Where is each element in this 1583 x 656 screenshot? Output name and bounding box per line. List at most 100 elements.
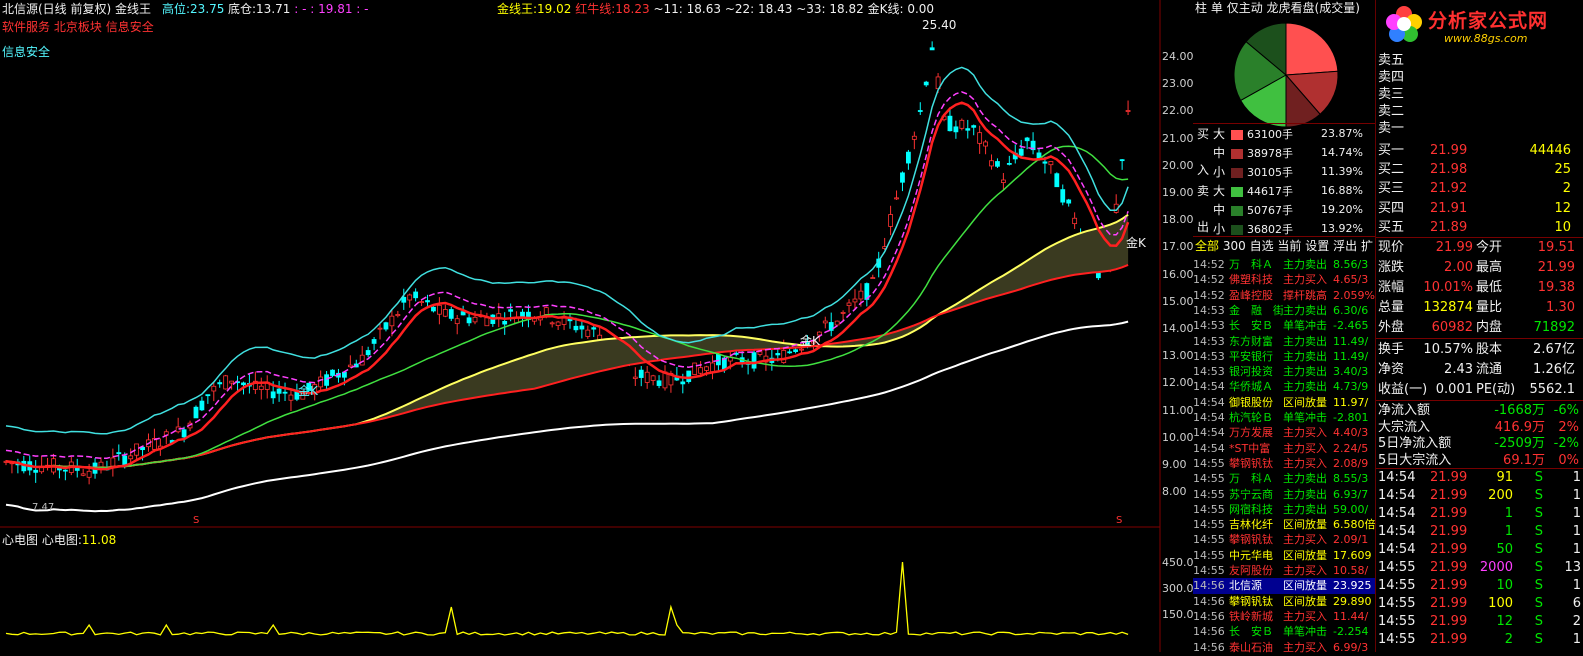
main-chart-area[interactable]: 北信源(日线 前复权) 金线王 高位:23.75 底仓:13.71 : - : … xyxy=(0,0,1194,652)
bid-price: 21.99 xyxy=(1430,143,1468,158)
stat-value: 19.38 xyxy=(1537,280,1575,295)
radar-row[interactable]: 14:53 金 融 街主力卖出 6.30/6 xyxy=(1193,303,1375,319)
candle-body xyxy=(33,469,39,473)
ask-row[interactable]: 卖三 xyxy=(1376,86,1583,103)
stat-value: 2.00 xyxy=(1444,260,1473,275)
bid-price: 21.92 xyxy=(1430,181,1468,197)
filter-all[interactable]: 全部 xyxy=(1195,239,1219,253)
trade-side: S xyxy=(1534,488,1543,503)
filter-current[interactable]: 当前 xyxy=(1277,239,1301,253)
candle-body xyxy=(276,388,282,394)
radar-row[interactable]: 14:55 友阿股份 主力买入 10.58/ xyxy=(1193,563,1375,579)
candle-body xyxy=(656,380,662,386)
ask-row[interactable]: 卖五 xyxy=(1376,52,1583,69)
radar-row[interactable]: 14:52 佛塑科技 主力买入 4.65/3 xyxy=(1193,272,1375,288)
concept-tag[interactable]: 信息安全 xyxy=(2,43,50,60)
radar-filter-tabs: 全部 300 自选 当前 设置 浮出 扩 xyxy=(1195,238,1373,254)
candle-body xyxy=(852,298,858,303)
low-mark: 7.47 xyxy=(32,502,55,513)
peak-label: 25.40 xyxy=(922,18,957,32)
filter-settings[interactable]: 设置 xyxy=(1305,239,1329,253)
radar-row[interactable]: 14:54 御银股份 区间放量 11.97/ xyxy=(1193,395,1375,411)
radar-value: 6.30/6 xyxy=(1333,303,1369,317)
trade-side: S xyxy=(1534,614,1543,629)
radar-row[interactable]: 14:53 银河投资 主力卖出 3.40/3 xyxy=(1193,364,1375,380)
sector-tag[interactable]: 信息安全 xyxy=(106,20,154,34)
ask-label: 卖二 xyxy=(1378,104,1405,119)
radar-row[interactable]: 14:54 万方发展 主力买入 4.40/3 xyxy=(1193,425,1375,441)
radar-row[interactable]: 14:54 杭汽轮Ｂ 单笔冲击 -2.801 xyxy=(1193,410,1375,426)
filter-300[interactable]: 300 xyxy=(1223,239,1246,253)
radar-time: 14:54 xyxy=(1193,395,1225,409)
tab-column[interactable]: 柱 xyxy=(1195,1,1207,15)
radar-value: 2.09/1 xyxy=(1333,533,1369,547)
bid-volume: 10 xyxy=(1554,219,1571,235)
trade-price: 21.99 xyxy=(1430,560,1468,575)
sector-tag[interactable]: 软件服务 xyxy=(2,20,50,34)
tab-single[interactable]: 单 xyxy=(1211,1,1223,15)
tab-active-only[interactable]: 仅主动 xyxy=(1227,1,1263,15)
ask-row[interactable]: 卖一 xyxy=(1376,120,1583,137)
ask-label: 卖一 xyxy=(1378,121,1405,136)
bid-row[interactable]: 买五 21.89 10 xyxy=(1376,218,1583,238)
radar-row[interactable]: 14:55 万 科Ａ 主力卖出 8.55/3 xyxy=(1193,471,1375,487)
radar-row[interactable]: 14:55 攀钢钒钛 主力买入 2.09/1 xyxy=(1193,532,1375,548)
radar-row[interactable]: 14:54 *ST中富 主力买入 2.24/5 xyxy=(1193,441,1375,457)
indicator-tick: 150.0 xyxy=(1162,608,1194,621)
radar-stock: 北信源 xyxy=(1229,579,1262,593)
trade-count: 1 xyxy=(1572,506,1581,521)
radar-row[interactable]: 14:52 万 科Ａ 主力卖出 8.56/3 xyxy=(1193,257,1375,273)
radar-type: 主力卖出 xyxy=(1283,487,1327,501)
radar-row[interactable]: 14:56 长 安Ｂ 单笔冲击 -2.254 xyxy=(1193,624,1375,640)
radar-type: 区间放量 xyxy=(1283,579,1327,593)
candle-body xyxy=(217,382,223,385)
radar-time: 14:56 xyxy=(1193,609,1225,623)
stat-row: 总量 132874 量比 1.30 xyxy=(1376,298,1583,318)
site-logo: 分析家公式网 www.88gs.com xyxy=(1384,2,1582,54)
radar-time: 14:56 xyxy=(1193,594,1225,608)
radar-row[interactable]: 14:55 网宿科技 主力卖出 59.00/ xyxy=(1193,502,1375,518)
radar-row[interactable]: 14:56 攀钢钒钛 区间放量 29.890 xyxy=(1193,594,1375,610)
ask-row[interactable]: 卖四 xyxy=(1376,69,1583,86)
flow-row: 5日大宗流入 69.1万 0% xyxy=(1376,452,1583,469)
radar-row[interactable]: 14:52 盈峰控股 撑杆跳高 2.059% xyxy=(1193,288,1375,304)
radar-row[interactable]: 14:55 攀钢钒钛 主力买入 2.08/9 xyxy=(1193,456,1375,472)
radar-row[interactable]: 14:54 华侨城Ａ 主力卖出 4.73/9 xyxy=(1193,379,1375,395)
radar-row[interactable]: 14:55 苏宁云商 主力卖出 6.93/7 xyxy=(1193,487,1375,503)
bid-row[interactable]: 买二 21.98 25 xyxy=(1376,160,1583,180)
filter-expand[interactable]: 扩 xyxy=(1361,239,1373,253)
bid-row[interactable]: 买三 21.92 2 xyxy=(1376,179,1583,199)
candle-body xyxy=(1125,110,1131,112)
trade-price: 21.99 xyxy=(1430,614,1468,629)
ask-row[interactable]: 卖二 xyxy=(1376,103,1583,120)
radar-row[interactable]: 14:55 中元华电 区间放量 17.609 xyxy=(1193,548,1375,564)
stat-label: 涨幅 xyxy=(1378,280,1405,295)
stat-label: 量比 xyxy=(1476,300,1503,315)
candle-body xyxy=(644,371,650,383)
radar-stock: 长 安Ｂ xyxy=(1229,319,1273,333)
radar-row[interactable]: 14:53 东方财富 主力卖出 11.49/ xyxy=(1193,334,1375,350)
tab-longhu[interactable]: 龙虎看盘(成交量) xyxy=(1267,1,1360,15)
flow-size: 中 xyxy=(1213,203,1226,217)
candle-body xyxy=(122,455,128,466)
radar-row[interactable]: 14:53 平安银行 主力卖出 11.49/ xyxy=(1193,349,1375,365)
stat-value: 0.001 xyxy=(1435,382,1473,397)
radar-row[interactable]: 14:56 北信源 区间放量 23.925 xyxy=(1193,578,1375,595)
filter-float[interactable]: 浮出 xyxy=(1333,239,1357,253)
indicator-tick: 300.0 xyxy=(1162,582,1194,595)
radar-row[interactable]: 14:55 吉林化纤 区间放量 6.580倍 xyxy=(1193,517,1375,533)
radar-row[interactable]: 14:56 泰山石油 主力买入 6.99/3 xyxy=(1193,640,1375,656)
ask-label: 卖三 xyxy=(1378,87,1405,102)
filter-watchlist[interactable]: 自选 xyxy=(1250,239,1274,253)
radar-row[interactable]: 14:53 长 安Ｂ 单笔冲击 -2.465 xyxy=(1193,318,1375,334)
flow-volume: 38978手 xyxy=(1247,147,1294,160)
kline-chart[interactable] xyxy=(0,0,1192,652)
radar-row[interactable]: 14:56 铁岭新城 主力买入 11.44/ xyxy=(1193,609,1375,625)
radar-stock: 佛塑科技 xyxy=(1229,273,1273,287)
sell-side-label: 出 xyxy=(1197,220,1210,234)
bid-row[interactable]: 买一 21.99 44446 xyxy=(1376,141,1583,161)
sector-tag[interactable]: 北京板块 xyxy=(54,20,102,34)
indicator-header: 心电图 心电图:11.08 xyxy=(2,533,117,547)
bid-row[interactable]: 买四 21.91 12 xyxy=(1376,199,1583,219)
candle-body xyxy=(520,311,525,317)
